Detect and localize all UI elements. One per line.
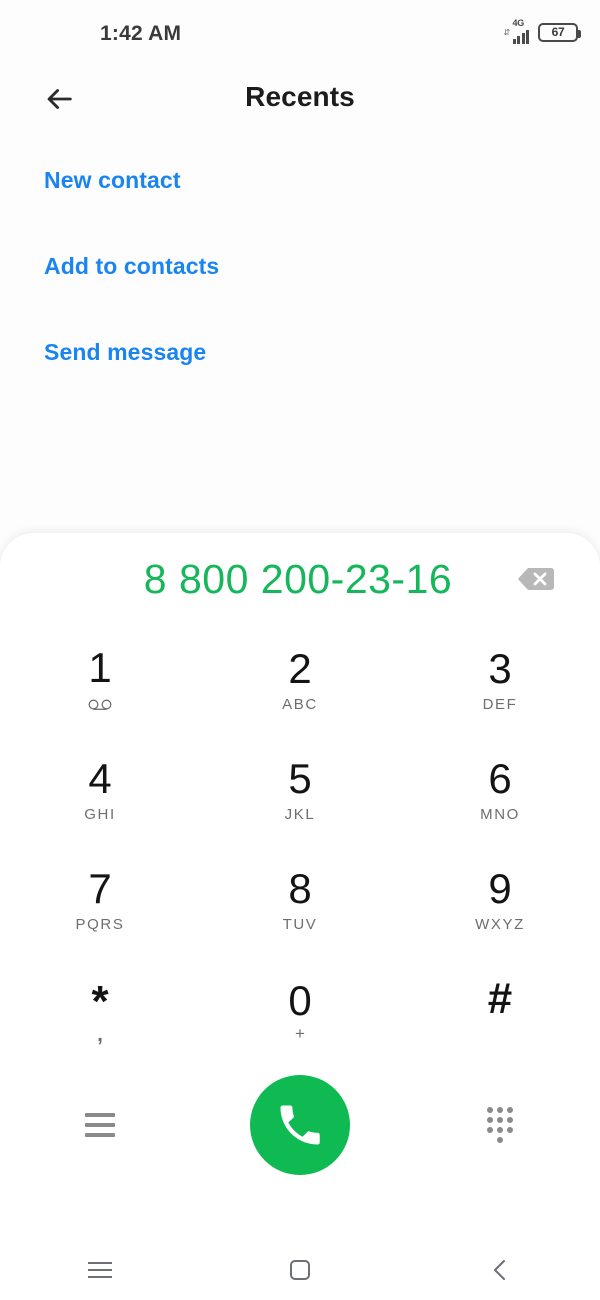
dialpad-key-6[interactable]: 6 MNO [400, 735, 600, 845]
send-message-link[interactable]: Send message [0, 332, 600, 372]
signal-bars-icon [512, 30, 529, 44]
nav-back-button[interactable] [400, 1258, 600, 1282]
android-navigation-bar [0, 1240, 600, 1300]
dialer-menu-button[interactable] [0, 1113, 200, 1137]
key-letters: DEF [482, 695, 518, 713]
call-button[interactable] [250, 1075, 350, 1175]
backspace-button[interactable] [514, 562, 558, 596]
contact-actions-list: New contact Add to contacts Send message [0, 160, 600, 372]
phone-screen: 1:42 AM 4G ⇵ 67 Recents New contact Add … [0, 0, 600, 1300]
status-bar-clock: 1:42 AM [100, 22, 182, 45]
dialpad-key-9[interactable]: 9 WXYZ [400, 845, 600, 955]
backspace-delete-icon [518, 568, 554, 590]
key-letters: + [295, 1023, 305, 1043]
key-digit: 9 [488, 864, 512, 912]
dialpad-toggle-button[interactable] [400, 1107, 600, 1143]
dialpad-key-star[interactable]: * , [0, 955, 200, 1065]
key-letters: PQRS [75, 915, 125, 933]
data-transfer-arrows-icon: ⇵ [503, 28, 511, 37]
key-letters: GHI [84, 805, 116, 823]
dialpad-key-7[interactable]: 7 PQRS [0, 845, 200, 955]
hamburger-menu-icon [85, 1113, 115, 1137]
app-header: Recents [0, 62, 600, 137]
dialpad-dots-icon [487, 1107, 513, 1143]
key-digit: 7 [88, 864, 112, 912]
cellular-signal-indicator: 4G ⇵ [503, 18, 529, 44]
battery-level-label: 67 [551, 25, 565, 39]
key-letters: JKL [284, 805, 316, 823]
new-contact-link[interactable]: New contact [0, 160, 600, 200]
key-letters: MNO [480, 805, 520, 823]
phone-handset-icon [280, 1105, 320, 1145]
key-digit: 8 [288, 864, 312, 912]
battery-icon: 67 [538, 22, 581, 42]
dialpad-key-3[interactable]: 3 DEF [400, 625, 600, 735]
call-button-cell [200, 1075, 400, 1175]
key-digit: 2 [288, 644, 312, 692]
key-letters: TUV [282, 915, 318, 933]
key-digit: 6 [488, 754, 512, 802]
dialed-number-row: 8 800 200-23-16 [0, 533, 600, 625]
dialpad-key-0[interactable]: 0 + [200, 955, 400, 1065]
back-chevron-icon [494, 1260, 505, 1280]
key-letters: ABC [282, 695, 318, 713]
key-digit: # [487, 973, 513, 1023]
voicemail-icon [87, 697, 113, 713]
nav-home-button[interactable] [200, 1260, 400, 1280]
network-type-label: 4G [512, 18, 525, 28]
dialed-number-display[interactable]: 8 800 200-23-16 [144, 556, 456, 603]
key-letters: , [97, 1023, 103, 1046]
key-digit: 1 [88, 644, 112, 691]
dialpad-key-2[interactable]: 2 ABC [200, 625, 400, 735]
add-to-contacts-link[interactable]: Add to contacts [0, 246, 600, 286]
nav-recents-button[interactable] [0, 1262, 200, 1278]
key-letters: WXYZ [475, 915, 525, 933]
recents-lines-icon [88, 1262, 112, 1278]
dialpad-key-8[interactable]: 8 TUV [200, 845, 400, 955]
home-square-icon [290, 1260, 310, 1280]
page-title: Recents [245, 81, 355, 112]
status-bar-indicators: 4G ⇵ 67 [503, 18, 581, 44]
dialpad-key-1[interactable]: 1 [0, 625, 200, 735]
dialpad-key-4[interactable]: 4 GHI [0, 735, 200, 845]
key-digit: 0 [288, 976, 312, 1024]
dialer-panel: 8 800 200-23-16 1 2 ABC 3 DEF 4 GHI 5 JK… [0, 533, 600, 1240]
key-digit: 3 [488, 644, 512, 692]
key-digit: 5 [288, 754, 312, 802]
dialpad-keys: 1 2 ABC 3 DEF 4 GHI 5 JKL 6 MNO 7 PQRS 8… [0, 625, 600, 1065]
dialpad-key-5[interactable]: 5 JKL [200, 735, 400, 845]
dialpad-key-hash[interactable]: # [400, 955, 600, 1065]
dialer-action-row [0, 1065, 600, 1185]
status-bar: 1:42 AM 4G ⇵ 67 [0, 0, 600, 62]
key-digit: 4 [88, 754, 112, 802]
key-digit: * [91, 977, 109, 1026]
